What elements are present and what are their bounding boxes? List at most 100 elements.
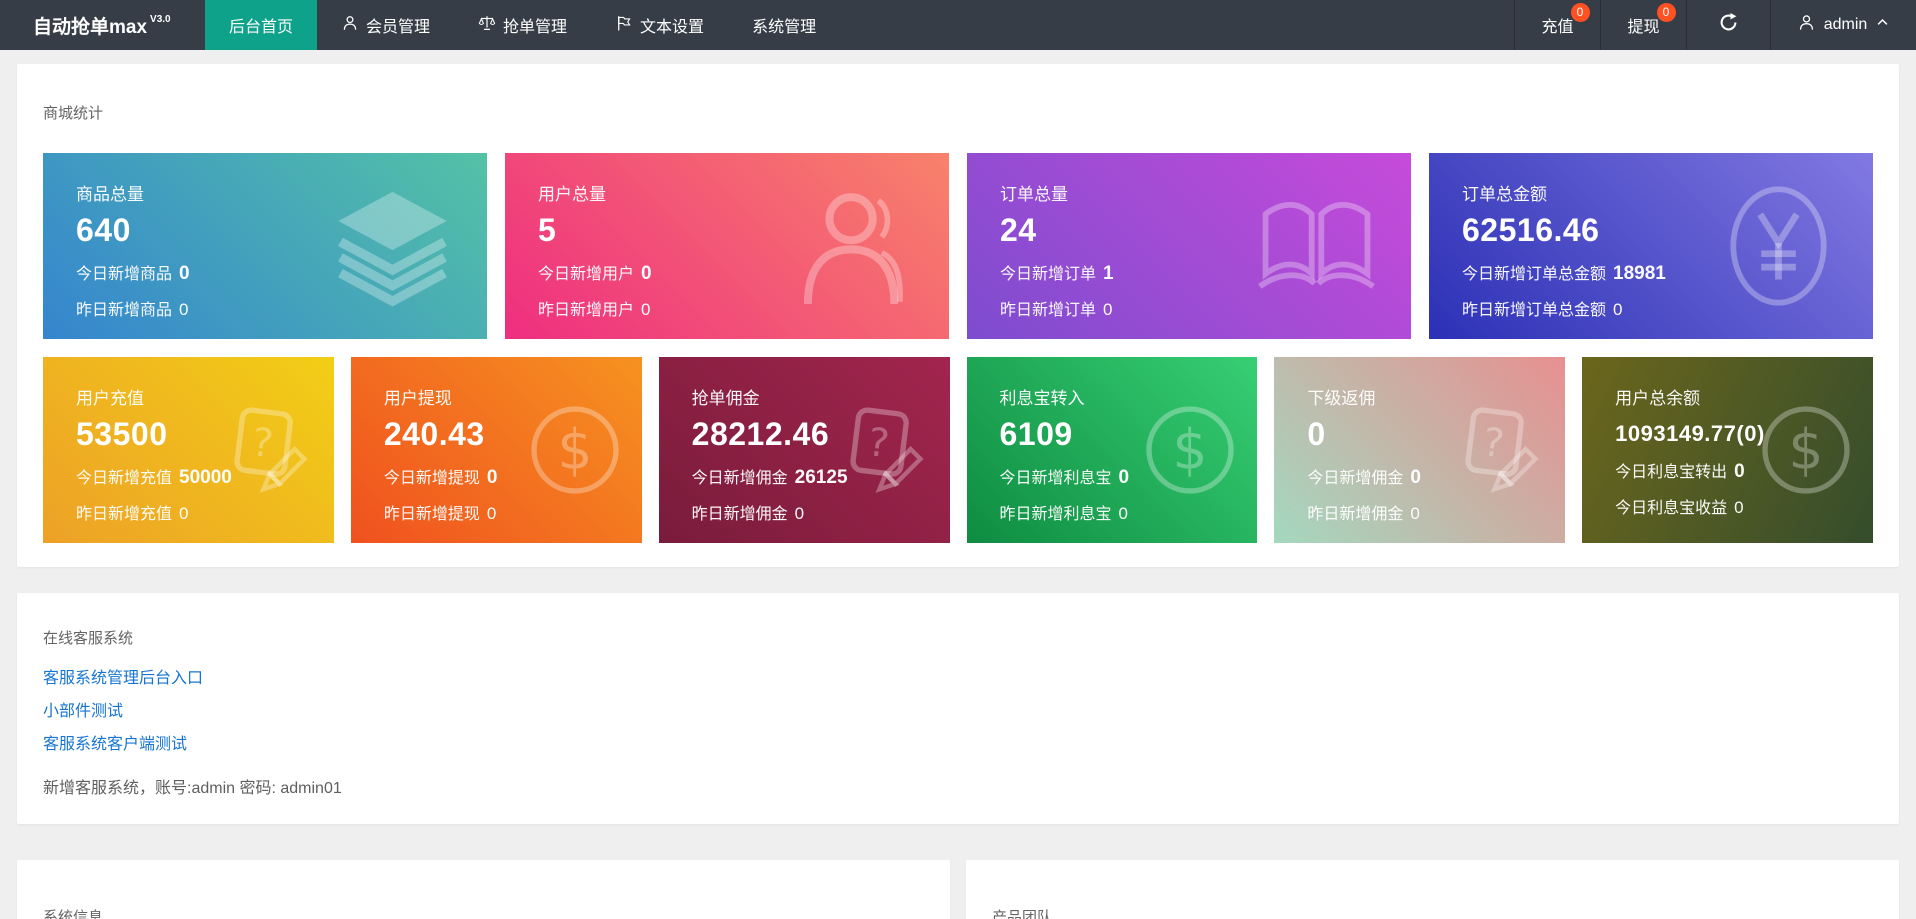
recharge-button[interactable]: 充值 0 (1514, 0, 1600, 50)
yen-icon (1716, 184, 1841, 309)
stat-today-label: 今日新增订单 (1000, 266, 1097, 283)
dollar-icon (1757, 401, 1855, 499)
stat-yesterday-value: 0 (1613, 300, 1623, 319)
main-nav: 后台首页 会员管理 抢单管理 文本设置 系统管理 (205, 0, 840, 50)
nav-tab-home-label: 后台首页 (229, 19, 294, 36)
product-team-panel: 产品团队 (966, 860, 1899, 919)
stat-card-interest-in[interactable]: 利息宝转入 6109 今日新增利息宝 0 昨日新增利息宝 0 (966, 357, 1258, 543)
chevron-up-icon (1875, 15, 1890, 35)
stat-today-value: 0 (1734, 461, 1745, 482)
navbar-actions: 充值 0 提现 0 admin (1514, 0, 1916, 50)
stat-today-label: 今日新增订单总金额 (1462, 266, 1607, 283)
stat-yesterday-value: 0 (179, 504, 189, 523)
stat-today-label: 今日利息宝转出 (1615, 464, 1728, 481)
flag-icon (615, 14, 633, 37)
recharge-badge: 0 (1570, 3, 1590, 22)
service-account-note: 新增客服系统，账号:admin 密码: admin01 (43, 780, 342, 797)
stat-today-value: 1 (1103, 263, 1114, 284)
widget-test-link[interactable]: 小部件测试 (43, 695, 1873, 728)
stat-yesterday-label: 昨日新增用户 (538, 302, 635, 319)
stat-today-value: 18981 (1613, 263, 1666, 284)
stat-card-orders[interactable]: 订单总量 24 今日新增订单 1 昨日新增订单 0 (967, 153, 1411, 339)
stat-card-total-balance[interactable]: 用户总余额 1093149.77(0) 今日利息宝转出 0 今日利息宝收益 0 (1582, 357, 1873, 543)
system-info-panel: 系统信息 (17, 860, 950, 919)
nav-tab-members-label: 会员管理 (366, 19, 431, 36)
stat-yesterday-label: 昨日新增利息宝 (999, 506, 1112, 523)
nav-tab-text-settings-label: 文本设置 (640, 19, 705, 36)
stat-card-users[interactable]: 用户总量 5 今日新增用户 0 昨日新增用户 0 (505, 153, 949, 339)
person-icon (792, 184, 917, 309)
stat-today-label: 今日新增利息宝 (999, 470, 1112, 487)
top-navbar: 自动抢单max V3.0 后台首页 会员管理 抢单管理 文本设置 系统管理 充值… (0, 0, 1916, 50)
nav-tab-orders-label: 抢单管理 (503, 19, 568, 36)
layers-icon (330, 184, 455, 309)
nav-tab-members[interactable]: 会员管理 (317, 0, 454, 50)
dashboard-screen: 自动抢单max V3.0 后台首页 会员管理 抢单管理 文本设置 系统管理 充值… (0, 0, 1916, 919)
stat-today-value: 0 (641, 263, 652, 284)
book-icon (1254, 184, 1379, 309)
customer-service-links: 客服系统管理后台入口 小部件测试 客服系统客户端测试 (43, 662, 1873, 761)
question-doc-icon (834, 401, 932, 499)
dollar-icon (1141, 401, 1239, 499)
stat-yesterday-value: 0 (179, 300, 189, 319)
stat-today-value: 0 (179, 263, 190, 284)
stat-today-value: 0 (1410, 467, 1421, 488)
stat-yesterday-value: 0 (1118, 504, 1128, 523)
user-menu[interactable]: admin (1770, 0, 1916, 50)
username: admin (1823, 16, 1868, 33)
customer-service-title: 在线客服系统 (43, 630, 134, 647)
withdraw-button[interactable]: 提现 0 (1600, 0, 1686, 50)
stat-yesterday-label: 昨日新增佣金 (1307, 506, 1404, 523)
client-test-link[interactable]: 客服系统客户端测试 (43, 728, 1873, 761)
main-content: 商城统计 商品总量 640 今日新增商品 0 昨日新增商品 0 用户总量 5 今日新… (0, 50, 1916, 919)
product-team-title: 产品团队 (992, 909, 1053, 919)
stat-card-withdraw[interactable]: 用户提现 240.43 今日新增提现 0 昨日新增提现 0 (350, 357, 642, 543)
withdraw-badge: 0 (1656, 3, 1676, 22)
stats-row-2: 用户充值 53500 今日新增充值 50000 昨日新增充值 0 用户提现 240.… (43, 357, 1873, 543)
system-info-title: 系统信息 (43, 909, 104, 919)
question-doc-icon (1449, 401, 1547, 499)
stat-yesterday-value: 0 (641, 300, 651, 319)
service-admin-entry-link[interactable]: 客服系统管理后台入口 (43, 662, 1873, 695)
stat-yesterday-label: 昨日新增订单 (1000, 302, 1097, 319)
nav-tab-text-settings[interactable]: 文本设置 (591, 0, 728, 50)
stat-today-label: 今日新增商品 (76, 266, 173, 283)
withdraw-label: 提现 (1627, 19, 1660, 36)
stat-card-products[interactable]: 商品总量 640 今日新增商品 0 昨日新增商品 0 (43, 153, 487, 339)
stat-yesterday-label: 昨日新增佣金 (691, 506, 788, 523)
user-icon (1797, 13, 1816, 37)
mall-stats-title: 商城统计 (43, 105, 104, 122)
nav-tab-system[interactable]: 系统管理 (728, 0, 840, 50)
stat-today-label: 今日新增佣金 (691, 470, 788, 487)
stat-card-recharge[interactable]: 用户充值 53500 今日新增充值 50000 昨日新增充值 0 (43, 357, 334, 543)
customer-service-panel: 在线客服系统 客服系统管理后台入口 小部件测试 客服系统客户端测试 新增客服系统… (17, 593, 1899, 824)
nav-tab-system-label: 系统管理 (752, 19, 817, 36)
stat-yesterday-value: 0 (486, 504, 497, 523)
stat-card-commission[interactable]: 抢单佣金 28212.46 今日新增佣金 26125 昨日新增佣金 0 (658, 357, 950, 543)
stats-row-1: 商品总量 640 今日新增商品 0 昨日新增商品 0 用户总量 5 今日新增用户 0 … (43, 153, 1873, 339)
stat-card-order-amount[interactable]: 订单总金额 62516.46 今日新增订单总金额 18981 昨日新增订单总金额 0 (1429, 153, 1873, 339)
stat-yesterday-label: 昨日新增订单总金额 (1462, 302, 1607, 319)
stat-yesterday-label: 昨日新增提现 (383, 506, 480, 523)
stat-today-label: 今日新增佣金 (1307, 470, 1404, 487)
refresh-button[interactable] (1686, 0, 1770, 50)
user-icon (341, 14, 359, 37)
stat-today-value: 0 (486, 467, 498, 488)
stat-yesterday-label: 今日利息宝收益 (1615, 500, 1728, 517)
stat-today-label: 今日新增用户 (538, 266, 635, 283)
scale-icon (478, 14, 496, 37)
question-doc-icon (218, 401, 316, 499)
stat-yesterday-label: 昨日新增商品 (76, 302, 173, 319)
app-logo: 自动抢单max V3.0 (0, 0, 205, 50)
nav-tab-home[interactable]: 后台首页 (205, 0, 318, 50)
recharge-label: 充值 (1541, 19, 1574, 36)
nav-tab-orders[interactable]: 抢单管理 (454, 0, 591, 50)
dollar-icon (526, 401, 624, 499)
app-version: V3.0 (150, 13, 171, 25)
stat-yesterday-label: 昨日新增充值 (76, 506, 173, 523)
stat-yesterday-value: 0 (1734, 498, 1744, 517)
refresh-icon (1718, 12, 1739, 38)
stat-today-label: 今日新增提现 (383, 470, 480, 487)
stat-card-sub-rebate[interactable]: 下级返佣 0 今日新增佣金 0 昨日新增佣金 0 (1274, 357, 1566, 543)
app-title: 自动抢单max (33, 16, 148, 38)
